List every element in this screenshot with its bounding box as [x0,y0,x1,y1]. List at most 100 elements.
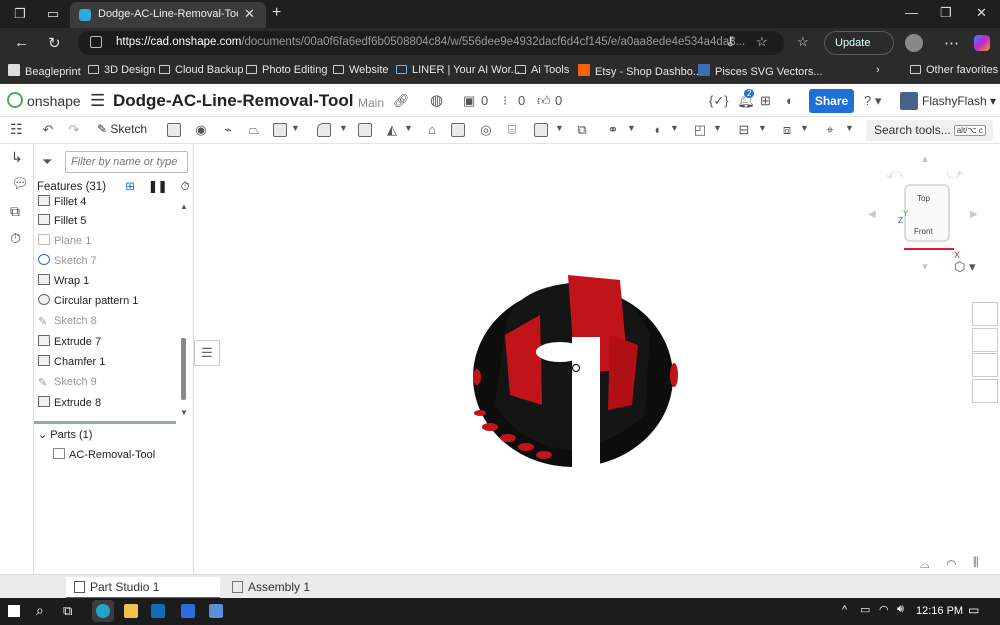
outlook-icon[interactable] [151,604,165,618]
modify-dropdown-icon[interactable]: ▼ [800,123,809,133]
bookmark-beagleprint[interactable]: Beagleprint [8,64,81,78]
feature-item[interactable]: ✎ Sketch 8 [38,315,97,333]
password-key-icon[interactable]: ⚷ [726,34,735,48]
cube-face-front[interactable]: Front [914,227,933,236]
rollback-pause-icon[interactable]: ❚❚ [148,181,167,193]
help-icon[interactable]: ? ▾ [864,93,881,109]
transform-icon[interactable]: ◰ [692,122,708,138]
rotate-cw-icon[interactable]: ⤻ [946,166,963,184]
thicken-icon[interactable] [273,123,287,137]
volume-icon[interactable]: 🔊︎ [897,603,904,616]
clock[interactable]: 12:16 PM [916,605,963,617]
mirror-icon[interactable]: ⧉ [574,122,590,138]
main-menu-icon[interactable]: ☰ [90,91,105,111]
cube-face-top[interactable]: Top [917,194,930,203]
bookmark-ai-tools[interactable]: Ai Tools [515,64,569,76]
view-options-icon[interactable]: ⬡ ▾ [954,259,976,275]
branch-label[interactable]: Main [358,96,384,110]
calculator-icon[interactable] [209,604,223,618]
onshape-brand[interactable]: onshape [27,93,81,109]
draft-dropdown-icon[interactable]: ▼ [404,123,413,133]
feature-item[interactable]: Fillet 4 [38,195,86,213]
view-cube[interactable]: ▲ ⤺ ⤻ ◀ ▶ ▼ Top Front Y Z X [868,154,986,273]
wifi-icon[interactable]: ◠ [879,603,889,616]
features-header[interactable]: Features (31) ⊞ ❚❚ ⏱︎ [37,179,190,194]
profile-avatar[interactable] [905,34,923,52]
feature-item[interactable]: ✎ Sketch 9 [38,376,97,394]
users-icon[interactable]: ⁝ [503,93,507,109]
plane-icon[interactable]: ⌖ [822,122,838,138]
appearance-panel-icon[interactable] [972,302,998,326]
pattern-icon[interactable] [534,123,548,137]
display-states-icon[interactable]: ⫼ [973,555,979,570]
fillet-icon[interactable] [317,123,331,137]
tab-part-studio[interactable]: Part Studio 1 [66,577,220,599]
scroll-down-icon[interactable]: ▼ [180,408,188,417]
chevron-down-icon[interactable]: ⌄ [38,429,47,441]
feature-item[interactable]: Extrude 8 [38,396,101,414]
workspaces-icon[interactable]: ❐ [12,6,28,22]
mass-properties-icon[interactable] [972,379,998,403]
mate-panel-icon[interactable] [972,328,998,352]
feature-item[interactable]: Sketch 7 [38,254,97,272]
feature-list-scrollbar[interactable] [181,338,186,400]
draft-icon[interactable]: ◭ [384,122,400,138]
configurations-icon[interactable]: ⧉ [10,203,20,220]
shell-icon[interactable] [451,123,465,137]
feature-list-icon[interactable]: ☷ [10,121,23,138]
refresh-icon[interactable]: ↻ [48,34,61,52]
rotate-left-icon[interactable]: ◀ [868,209,876,220]
bookmark-liner[interactable]: LINER | Your AI Wor... [396,64,520,76]
document-title[interactable]: Dodge-AC-Line-Removal-Tool [113,91,354,111]
bookmark-etsy[interactable]: Etsy - Shop Dashbo... [578,64,702,78]
user-avatar[interactable] [900,92,918,110]
scroll-up-icon[interactable]: ▲ [180,202,188,211]
new-tab-icon[interactable]: + [272,4,281,22]
delete-dropdown-icon[interactable]: ▼ [758,123,767,133]
timer-icon[interactable]: ⏱︎ [181,181,190,193]
cylinder-icon[interactable]: ⌸ [504,122,520,138]
search-icon[interactable]: ⌕ [36,602,44,619]
sketch-button[interactable]: ✎ Sketch [97,122,147,136]
revolve-icon[interactable]: ◉ [193,122,209,138]
restore-icon[interactable]: ❐ [940,5,952,21]
pattern-dropdown-icon[interactable]: ▼ [555,123,564,133]
tab-assembly[interactable]: Assembly 1 [224,577,374,599]
feature-item[interactable]: Extrude 7 [38,335,101,353]
back-icon[interactable]: ← [14,34,29,51]
close-window-icon[interactable]: ✕ [976,5,987,21]
bookmarks-overflow-icon[interactable]: › [876,64,880,76]
comments-icon[interactable]: 💬︎ [11,175,29,192]
notifications-icon[interactable]: ▭ [968,603,979,617]
chamfer-icon[interactable] [358,123,372,137]
rotate-ccw-icon[interactable]: ⤺ [886,166,903,184]
share-button[interactable]: Share [809,89,854,113]
parts-header[interactable]: ⌄ Parts (1) [38,428,92,441]
sweep-icon[interactable]: ⌁ [220,122,236,138]
loft-icon[interactable]: ⏢ [246,122,262,138]
bookmark-cloud-backup[interactable]: Cloud Backup [159,64,244,76]
boolean-dropdown-icon[interactable]: ▼ [627,123,636,133]
username-menu[interactable]: FlashyFlash ▾ [922,94,996,108]
more-menu-icon[interactable]: ⋯ [944,34,959,52]
feature-item[interactable]: Plane 1 [38,234,91,252]
boolean-icon[interactable]: ⚭ [605,122,621,138]
start-icon[interactable] [8,605,20,617]
rotate-up-icon[interactable]: ▲ [920,154,930,165]
tab-actions-icon[interactable]: ▭ [45,6,61,22]
bookmark-other-favorites[interactable]: Other favorites [910,64,998,76]
split-dropdown-icon[interactable]: ▼ [670,123,679,133]
delete-part-icon[interactable]: ⊟ [736,122,752,138]
modify-fillet-icon[interactable]: ⧈ [779,122,795,138]
close-tab-icon[interactable]: ✕ [244,6,255,22]
minimize-icon[interactable]: — [905,5,918,20]
split-icon[interactable]: ◖ [649,122,665,138]
learning-center-icon[interactable]: ◐ [786,93,794,108]
url-field[interactable]: https://cad.onshape.com/documents/00a0f6… [78,31,784,55]
rib-icon[interactable]: ⌂ [424,122,440,138]
cura-icon[interactable] [181,604,195,618]
part-item[interactable]: AC-Removal-Tool [53,448,155,461]
rotate-down-icon[interactable]: ▼ [920,262,930,273]
render-mode-icon[interactable]: ◠ [946,557,956,571]
section-view-icon[interactable]: ⌓ [920,557,930,572]
